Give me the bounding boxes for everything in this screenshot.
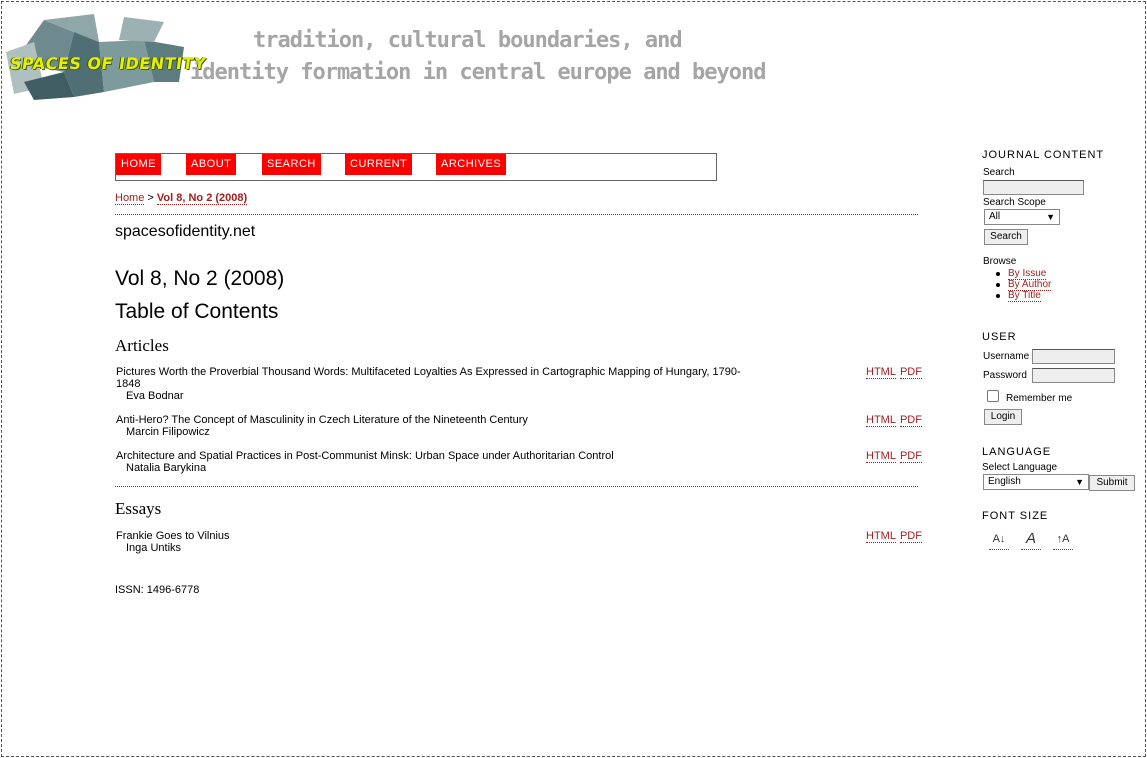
main-navbar: HOME ABOUT SEARCH CURRENT ARCHIVES bbox=[115, 153, 717, 181]
article-author: Marcin Filipowicz bbox=[126, 426, 210, 438]
password-input[interactable] bbox=[1032, 368, 1115, 383]
search-scope-value: All bbox=[989, 211, 1001, 222]
journal-logo[interactable]: SPACES OF IDENTITY bbox=[4, 12, 207, 100]
list-item: By Title bbox=[996, 290, 1051, 302]
language-select[interactable]: English ▼ bbox=[983, 474, 1089, 490]
article-author: Natalia Barykina bbox=[126, 462, 207, 474]
bullet-icon bbox=[996, 272, 1000, 276]
bullet-icon bbox=[996, 294, 1000, 298]
section-title-articles: Articles bbox=[115, 336, 169, 355]
chevron-down-icon: ▼ bbox=[1046, 212, 1055, 222]
journal-content-heading: JOURNAL CONTENT bbox=[982, 149, 1105, 161]
html-galley-link[interactable]: HTML bbox=[866, 366, 896, 379]
article-galleys: HTML PDF bbox=[866, 366, 926, 379]
chevron-down-icon: ▼ bbox=[1075, 477, 1084, 487]
username-input[interactable] bbox=[1032, 349, 1115, 364]
divider bbox=[115, 214, 918, 215]
article-galleys: HTML PDF bbox=[866, 530, 926, 543]
breadcrumb-home-link[interactable]: Home bbox=[115, 192, 145, 205]
article-title: Architecture and Spatial Practices in Po… bbox=[116, 450, 614, 462]
site-name: spacesofidentity.net bbox=[115, 223, 256, 240]
nav-archives[interactable]: ARCHIVES bbox=[436, 154, 507, 175]
login-button[interactable]: Login bbox=[984, 409, 1022, 425]
html-galley-link[interactable]: HTML bbox=[866, 450, 896, 463]
search-scope-select[interactable]: All ▼ bbox=[984, 209, 1060, 225]
article-author: Eva Bodnar bbox=[126, 390, 184, 402]
issn: ISSN: 1496-6778 bbox=[115, 584, 200, 596]
font-size-default-icon[interactable]: A bbox=[1021, 530, 1041, 550]
font-size-small-icon[interactable]: A↓ bbox=[989, 530, 1009, 550]
password-label: Password bbox=[983, 370, 1027, 381]
breadcrumb: Home > Vol 8, No 2 (2008) bbox=[115, 192, 248, 205]
article-author: Inga Untiks bbox=[126, 542, 182, 554]
list-item: By Author bbox=[996, 279, 1052, 291]
html-galley-link[interactable]: HTML bbox=[866, 530, 896, 543]
breadcrumb-separator: > bbox=[147, 192, 154, 204]
pdf-galley-link[interactable]: PDF bbox=[899, 450, 922, 463]
pdf-galley-link[interactable]: PDF bbox=[899, 530, 922, 543]
toc-title: Table of Contents bbox=[115, 300, 279, 323]
nav-search[interactable]: SEARCH bbox=[262, 154, 321, 175]
article-title: Anti-Hero? The Concept of Masculinity in… bbox=[116, 414, 528, 426]
pdf-galley-link[interactable]: PDF bbox=[899, 366, 922, 379]
search-input[interactable] bbox=[983, 180, 1084, 195]
nav-current[interactable]: CURRENT bbox=[345, 154, 413, 175]
article-title: Pictures Worth the Proverbial Thousand W… bbox=[116, 366, 741, 390]
pdf-galley-link[interactable]: PDF bbox=[899, 414, 922, 427]
issue-title: Vol 8, No 2 (2008) bbox=[115, 267, 285, 290]
language-submit-button[interactable]: Submit bbox=[1089, 475, 1135, 491]
nav-about[interactable]: ABOUT bbox=[186, 154, 237, 175]
article-galleys: HTML PDF bbox=[866, 414, 926, 427]
list-item: By Issue bbox=[996, 268, 1051, 280]
breadcrumb-current-link[interactable]: Vol 8, No 2 (2008) bbox=[156, 192, 248, 205]
language-heading: LANGUAGE bbox=[982, 446, 1052, 458]
browse-by-title-link[interactable]: By Title bbox=[1008, 290, 1041, 302]
select-language-label: Select Language bbox=[982, 462, 1058, 473]
font-size-heading: FONT SIZE bbox=[982, 510, 1049, 522]
bullet-icon bbox=[996, 283, 1000, 287]
section-title-essays: Essays bbox=[115, 499, 162, 518]
username-label: Username bbox=[983, 351, 1030, 362]
divider bbox=[115, 486, 918, 487]
logo-text: SPACES OF IDENTITY bbox=[8, 54, 208, 73]
search-button[interactable]: Search bbox=[984, 229, 1028, 245]
nav-home[interactable]: HOME bbox=[116, 154, 161, 175]
user-heading: USER bbox=[982, 331, 1017, 343]
tagline-line-1: tradition, cultural boundaries, and bbox=[253, 28, 683, 53]
search-label: Search bbox=[983, 167, 1015, 178]
tagline-line-2: identity formation in central europe and… bbox=[190, 60, 767, 85]
article-galleys: HTML PDF bbox=[866, 450, 926, 463]
remember-me-checkbox[interactable] bbox=[987, 390, 999, 402]
browse-label: Browse bbox=[983, 256, 1017, 267]
browse-list: By Issue By Author By Title bbox=[996, 268, 1052, 302]
language-value: English bbox=[988, 476, 1021, 487]
font-size-large-icon[interactable]: ↑A bbox=[1053, 530, 1073, 550]
article-title: Frankie Goes to Vilnius bbox=[116, 530, 230, 542]
remember-me-label: Remember me bbox=[1006, 393, 1073, 404]
search-scope-label: Search Scope bbox=[983, 197, 1046, 208]
html-galley-link[interactable]: HTML bbox=[866, 414, 896, 427]
